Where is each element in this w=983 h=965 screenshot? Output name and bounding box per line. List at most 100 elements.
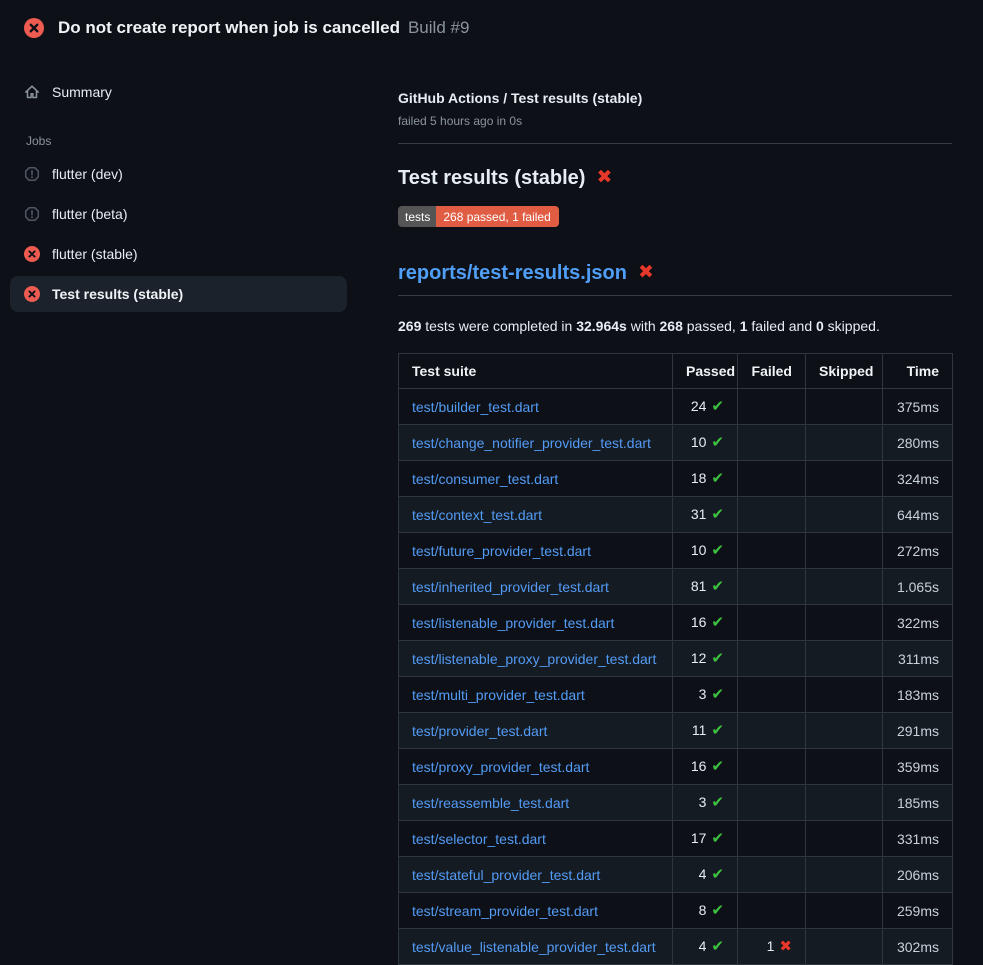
passed-cell: 3✔ — [673, 785, 738, 821]
column-header-skipped: Skipped — [806, 354, 883, 389]
badge-value: 268 passed, 1 failed — [436, 206, 558, 227]
test-suite-cell: test/builder_test.dart — [399, 389, 673, 425]
test-suite-cell: test/consumer_test.dart — [399, 461, 673, 497]
table-row: test/reassemble_test.dart3✔185ms — [399, 785, 953, 821]
time-cell: 291ms — [883, 713, 953, 749]
test-suite-link[interactable]: test/stream_provider_test.dart — [412, 903, 598, 919]
test-suite-link[interactable]: test/future_provider_test.dart — [412, 543, 591, 559]
passed-cell: 10✔ — [673, 533, 738, 569]
skipped-cell — [806, 821, 883, 857]
skipped-cell — [806, 425, 883, 461]
skipped-cell — [806, 569, 883, 605]
passed-cell: 18✔ — [673, 461, 738, 497]
failed-cell — [738, 713, 806, 749]
failed-cell — [738, 749, 806, 785]
check-run-header: Do not create report when job is cancell… — [0, 0, 983, 52]
column-header-failed: Failed — [738, 354, 806, 389]
time-cell: 324ms — [883, 461, 953, 497]
passed-cell: 24✔ — [673, 389, 738, 425]
results-table: Test suite Passed Failed Skipped Time te… — [398, 353, 953, 965]
test-suite-link[interactable]: test/stateful_provider_test.dart — [412, 867, 600, 883]
failed-cell — [738, 857, 806, 893]
test-suite-cell: test/stream_provider_test.dart — [399, 893, 673, 929]
table-row: test/context_test.dart31✔644ms — [399, 497, 953, 533]
test-suite-cell: test/provider_test.dart — [399, 713, 673, 749]
passed-cell: 8✔ — [673, 893, 738, 929]
test-suite-link[interactable]: test/selector_test.dart — [412, 831, 546, 847]
divider — [398, 143, 952, 144]
check-mark-icon: ✔ — [711, 686, 724, 703]
test-suite-cell: test/value_listenable_provider_test.dart — [399, 929, 673, 965]
passed-cell: 3✔ — [673, 677, 738, 713]
divider — [398, 295, 952, 296]
test-suite-cell: test/change_notifier_provider_test.dart — [399, 425, 673, 461]
sidebar-item-summary[interactable]: Summary — [10, 74, 347, 110]
test-suite-cell: test/proxy_provider_test.dart — [399, 749, 673, 785]
table-row: test/builder_test.dart24✔375ms — [399, 389, 953, 425]
report-file-link[interactable]: reports/test-results.json — [398, 259, 627, 287]
check-mark-icon: ✔ — [711, 542, 724, 559]
test-suite-link[interactable]: test/value_listenable_provider_test.dart — [412, 939, 656, 955]
time-cell: 322ms — [883, 605, 953, 641]
time-cell: 311ms — [883, 641, 953, 677]
test-suite-cell: test/reassemble_test.dart — [399, 785, 673, 821]
skipped-cell — [806, 677, 883, 713]
skipped-cell — [806, 785, 883, 821]
check-mark-icon: ✔ — [711, 578, 724, 595]
build-number: Build #9 — [408, 18, 469, 38]
passed-cell: 11✔ — [673, 713, 738, 749]
sidebar-item-test-results-stable[interactable]: Test results (stable) — [10, 276, 347, 312]
check-mark-icon: ✔ — [711, 506, 724, 523]
failed-cell — [738, 821, 806, 857]
test-suite-link[interactable]: test/context_test.dart — [412, 507, 542, 523]
test-suite-link[interactable]: test/multi_provider_test.dart — [412, 687, 585, 703]
failed-cell — [738, 425, 806, 461]
home-icon — [24, 84, 40, 100]
time-cell: 280ms — [883, 425, 953, 461]
cross-mark-icon: ✖ — [638, 259, 654, 287]
passed-cell: 10✔ — [673, 425, 738, 461]
skipped-cell — [806, 389, 883, 425]
cross-mark-icon: ✖ — [596, 164, 612, 192]
sidebar-item-flutter-dev[interactable]: flutter (dev) — [10, 156, 347, 192]
test-suite-link[interactable]: test/reassemble_test.dart — [412, 795, 569, 811]
test-suite-link[interactable]: test/consumer_test.dart — [412, 471, 558, 487]
test-suite-link[interactable]: test/provider_test.dart — [412, 723, 547, 739]
sidebar-item-label: Summary — [52, 83, 112, 101]
skipped-cell — [806, 533, 883, 569]
section-title: Test results (stable) — [398, 164, 585, 192]
stop-icon — [24, 166, 40, 182]
check-mark-icon: ✔ — [711, 614, 724, 631]
check-mark-icon: ✔ — [711, 398, 724, 415]
x-circle-icon — [24, 18, 44, 38]
time-cell: 331ms — [883, 821, 953, 857]
test-suite-link[interactable]: test/listenable_proxy_provider_test.dart — [412, 651, 656, 667]
check-mark-icon: ✔ — [711, 470, 724, 487]
test-suite-cell: test/multi_provider_test.dart — [399, 677, 673, 713]
sidebar-item-flutter-stable[interactable]: flutter (stable) — [10, 236, 347, 272]
test-suite-link[interactable]: test/builder_test.dart — [412, 399, 539, 415]
test-suite-link[interactable]: test/listenable_provider_test.dart — [412, 615, 614, 631]
skipped-cell — [806, 605, 883, 641]
test-suite-cell: test/future_provider_test.dart — [399, 533, 673, 569]
test-suite-link[interactable]: test/inherited_provider_test.dart — [412, 579, 609, 595]
failed-cell — [738, 785, 806, 821]
status-line: failed 5 hours ago in 0s — [398, 114, 952, 129]
check-mark-icon: ✔ — [711, 938, 724, 955]
test-suite-link[interactable]: test/change_notifier_provider_test.dart — [412, 435, 651, 451]
failed-cell — [738, 389, 806, 425]
check-mark-icon: ✔ — [711, 722, 724, 739]
table-row: test/change_notifier_provider_test.dart 1… — [399, 425, 953, 461]
time-cell: 183ms — [883, 677, 953, 713]
passed-cell: 4✔ — [673, 929, 738, 965]
table-row: test/multi_provider_test.dart 3✔ 183ms — [399, 677, 953, 713]
sidebar-item-flutter-beta[interactable]: flutter (beta) — [10, 196, 347, 232]
table-row: test/stateful_provider_test.dart4✔206ms — [399, 857, 953, 893]
check-mark-icon: ✔ — [711, 650, 724, 667]
test-suite-link[interactable]: test/proxy_provider_test.dart — [412, 759, 589, 775]
table-row: test/selector_test.dart 17✔ 331ms — [399, 821, 953, 857]
time-cell: 302ms — [883, 929, 953, 965]
table-row: test/stream_provider_test.dart8✔259ms — [399, 893, 953, 929]
passed-cell: 12✔ — [673, 641, 738, 677]
passed-cell: 17✔ — [673, 821, 738, 857]
